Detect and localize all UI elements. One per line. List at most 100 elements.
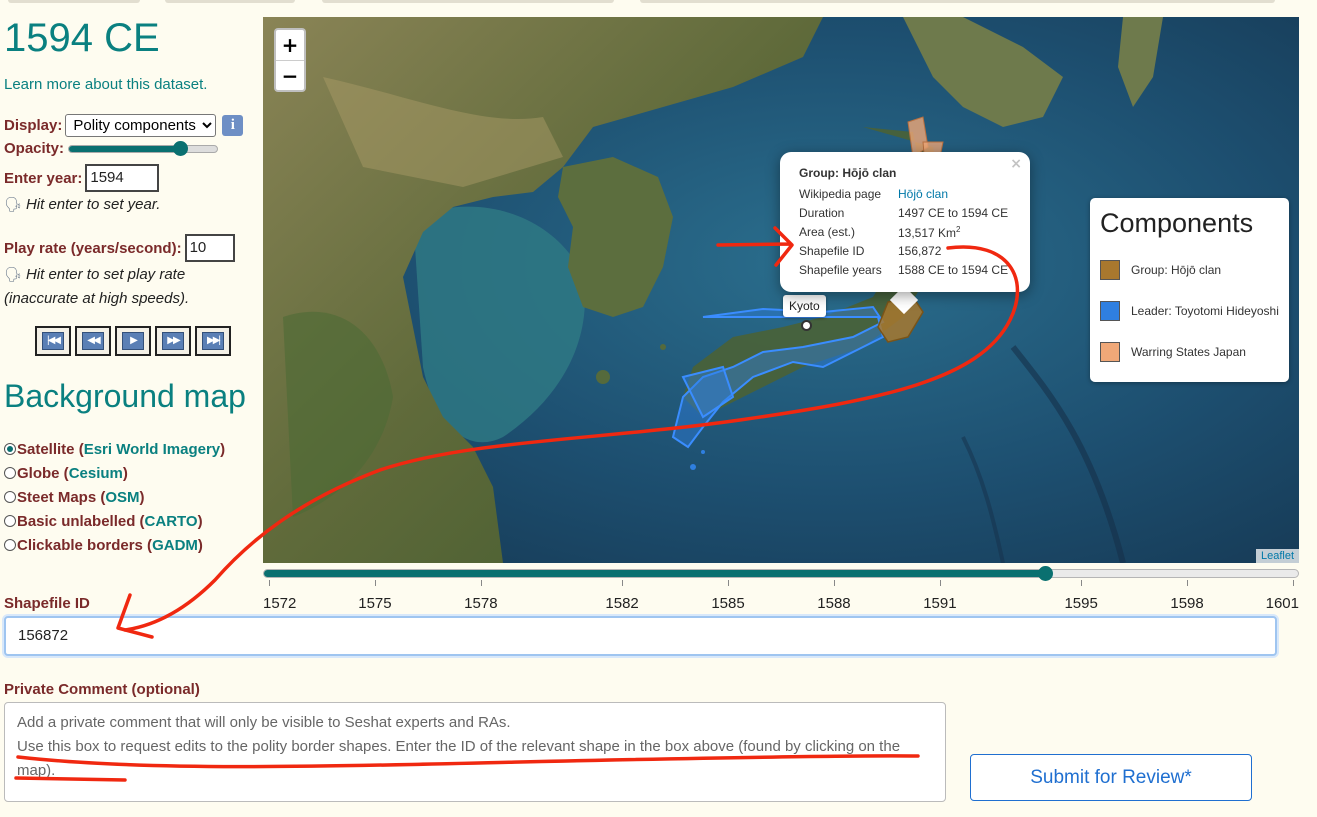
skip-to-start-button[interactable]: |◀◀: [35, 326, 71, 356]
display-select[interactable]: Polity components: [65, 114, 217, 137]
opacity-slider[interactable]: [68, 140, 219, 156]
year-tick: [1081, 580, 1083, 586]
year-tick: [1293, 580, 1294, 586]
radio-globe[interactable]: [4, 467, 16, 479]
skip-to-start-icon: |◀◀: [42, 332, 64, 350]
popup-key: Duration: [799, 206, 845, 220]
bg-option-satellite[interactable]: Satellite (Esri World Imagery): [4, 437, 225, 461]
year-hint: 🗣 Hit enter to set year.: [4, 196, 160, 213]
legend-swatch: [1100, 341, 1120, 362]
year-tick-label: 1582: [605, 595, 639, 612]
year-label: Enter year:: [4, 169, 83, 187]
background-map-heading: Background map: [4, 378, 246, 414]
bg-option-basic-unlabelled[interactable]: Basic unlabelled (CARTO): [4, 509, 225, 533]
year-tick-label: 1598: [1170, 595, 1204, 612]
opacity-slider-thumb[interactable]: [173, 140, 189, 156]
year-slider-thumb[interactable]: [1037, 566, 1053, 581]
radio-basic-unlabelled[interactable]: [4, 515, 16, 527]
legend-item: Group: Hōjō clan: [1100, 249, 1279, 290]
bg-option-source[interactable]: CARTO: [145, 513, 198, 530]
year-hint-text: Hit enter to set year.: [25, 196, 161, 213]
legend-label: Group: Hōjō clan: [1131, 262, 1222, 277]
popup-value: 13,517 Km2: [898, 225, 961, 244]
play-button[interactable]: ▶: [115, 326, 151, 356]
wikipedia-link[interactable]: Hōjō clan: [898, 187, 948, 206]
popup-row: Wikipedia page Hōjō clan: [799, 187, 1012, 206]
tab-strip-3: [322, 0, 614, 3]
year-tick-label: 1595: [1064, 595, 1098, 612]
speaker-icon: 🗣: [4, 196, 22, 212]
legend-swatch: [1100, 300, 1120, 321]
popup-value: 1497 CE to 1594 CE: [898, 206, 1009, 220]
popup-row: Area (est.) 13,517 Km2: [799, 225, 1012, 244]
bg-option-source[interactable]: Cesium: [69, 465, 123, 482]
legend-item: Leader: Toyotomi Hideyoshi: [1100, 290, 1279, 331]
popup-close-icon[interactable]: ×: [1010, 156, 1022, 172]
zoom-out-button[interactable]: −: [276, 60, 304, 90]
display-row: Display: Polity components i: [4, 114, 244, 137]
popup-row: Shapefile ID 156,872: [799, 244, 1012, 263]
skip-to-end-icon: ▶▶|: [202, 332, 224, 350]
shapefile-label: Shapefile ID: [4, 595, 90, 612]
skip-to-end-button[interactable]: ▶▶|: [195, 326, 231, 356]
year-tick: [833, 580, 835, 586]
step-back-button[interactable]: ◀◀: [75, 326, 111, 356]
year-tick: [269, 580, 270, 586]
kyoto-tooltip: Kyoto: [783, 295, 826, 317]
popup-value: 1588 CE to 1594 CE: [898, 263, 1009, 277]
bg-option-name: Globe: [17, 464, 60, 482]
popup-key: Wikipedia page: [799, 187, 882, 201]
legend-title: Components: [1100, 208, 1254, 238]
year-tick-label: 1591: [923, 595, 957, 612]
submit-button[interactable]: Submit for Review*: [970, 754, 1252, 801]
bg-option-street-maps[interactable]: Steet Maps (OSM): [4, 485, 225, 509]
step-forward-button[interactable]: ▶▶: [155, 326, 191, 356]
area-superscript: 2: [956, 225, 961, 234]
learn-more-link[interactable]: Learn more about this dataset.: [4, 76, 207, 93]
leaflet-attribution[interactable]: Leaflet: [1255, 549, 1299, 563]
radio-satellite[interactable]: [4, 443, 16, 455]
year-tick: [622, 580, 624, 586]
area-value: 13,517 Km: [898, 226, 957, 240]
legend-label: Leader: Toyotomi Hideyoshi: [1131, 303, 1279, 318]
year-slider[interactable]: [263, 566, 1299, 581]
year-slider-fill: [264, 570, 1047, 577]
year-ticks: 1572 1575 1578 1582 1585 1588 1591 1595 1598 1601: [263, 580, 1299, 614]
page-title: 1594 CE: [4, 16, 160, 60]
step-back-icon: ◀◀: [82, 332, 104, 350]
year-tick-label: 1572: [263, 595, 297, 612]
bg-option-globe[interactable]: Globe (Cesium): [4, 461, 225, 485]
zoom-in-button[interactable]: +: [276, 30, 304, 60]
bg-option-source[interactable]: OSM: [105, 489, 139, 506]
bg-option-name: Satellite: [17, 440, 75, 458]
year-input[interactable]: 1594: [85, 164, 160, 192]
rate-input[interactable]: 10: [184, 234, 235, 262]
radio-street-maps[interactable]: [4, 491, 16, 503]
bg-option-source[interactable]: Esri World Imagery: [84, 441, 220, 458]
rate-row: Play rate (years/second): 10: [4, 234, 235, 262]
tab-strip-1: [8, 0, 140, 3]
year-tick-label: 1601: [1265, 595, 1299, 612]
year-row: Enter year: 1594: [4, 164, 160, 192]
shapefile-input[interactable]: 156872: [4, 616, 1277, 656]
popup-key: Shapefile years: [799, 263, 882, 277]
map-view[interactable]: + − Kyoto × Group: Hōjō clan Wikipedia p…: [263, 17, 1299, 563]
rate-hint: 🗣 Hit enter to set play rate: [4, 266, 185, 283]
radio-clickable-borders[interactable]: [4, 539, 16, 551]
comment-placeholder: Add a private comment that will only be …: [17, 714, 901, 779]
comment-textarea[interactable]: Add a private comment that will only be …: [4, 702, 946, 802]
opacity-slider-fill: [69, 145, 181, 152]
legend-item: Warring States Japan: [1100, 331, 1279, 372]
year-tick-label: 1588: [817, 595, 851, 612]
play-icon: ▶: [122, 332, 144, 350]
bg-option-clickable-borders[interactable]: Clickable borders (GADM): [4, 533, 225, 557]
popup-key: Area (est.): [799, 225, 856, 239]
opacity-label: Opacity:: [4, 140, 65, 157]
bg-option-source[interactable]: GADM: [152, 537, 198, 554]
year-slider-track[interactable]: [263, 569, 1299, 578]
popup-key: Shapefile ID: [799, 244, 865, 258]
kyoto-marker[interactable]: [801, 320, 812, 331]
speaker-icon: 🗣: [4, 266, 22, 282]
popup-title: Group: Hōjō clan: [799, 166, 897, 180]
info-icon[interactable]: i: [222, 115, 244, 136]
